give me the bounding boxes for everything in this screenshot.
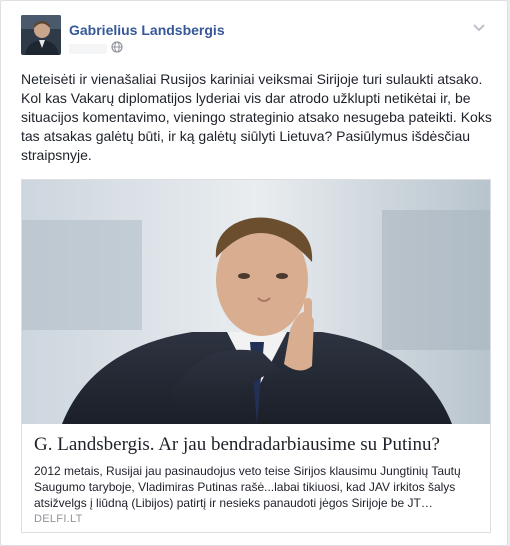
chevron-down-icon[interactable] (471, 21, 487, 33)
post-card: Gabrielius Landsbergis Neteisėti ir vien… (0, 0, 508, 546)
author-avatar[interactable] (21, 15, 61, 55)
post-timestamp[interactable] (69, 44, 107, 54)
globe-icon (111, 40, 123, 58)
post-message: Neteisėti ir vienašaliai Rusijos karinia… (21, 71, 492, 163)
post-meta (69, 41, 123, 57)
link-description: 2012 metais, Rusijai jau pasinaudojus ve… (34, 464, 461, 510)
author-name-link[interactable]: Gabrielius Landsbergis (69, 22, 225, 38)
link-title[interactable]: G. Landsbergis. Ar jau bendradarbiausime… (34, 434, 482, 456)
link-domain: DELFI.LT (34, 513, 83, 525)
post-header: Gabrielius Landsbergis (21, 15, 495, 63)
link-preview[interactable]: G. Landsbergis. Ar jau bendradarbiausime… (21, 179, 491, 533)
link-preview-image[interactable] (22, 180, 490, 424)
